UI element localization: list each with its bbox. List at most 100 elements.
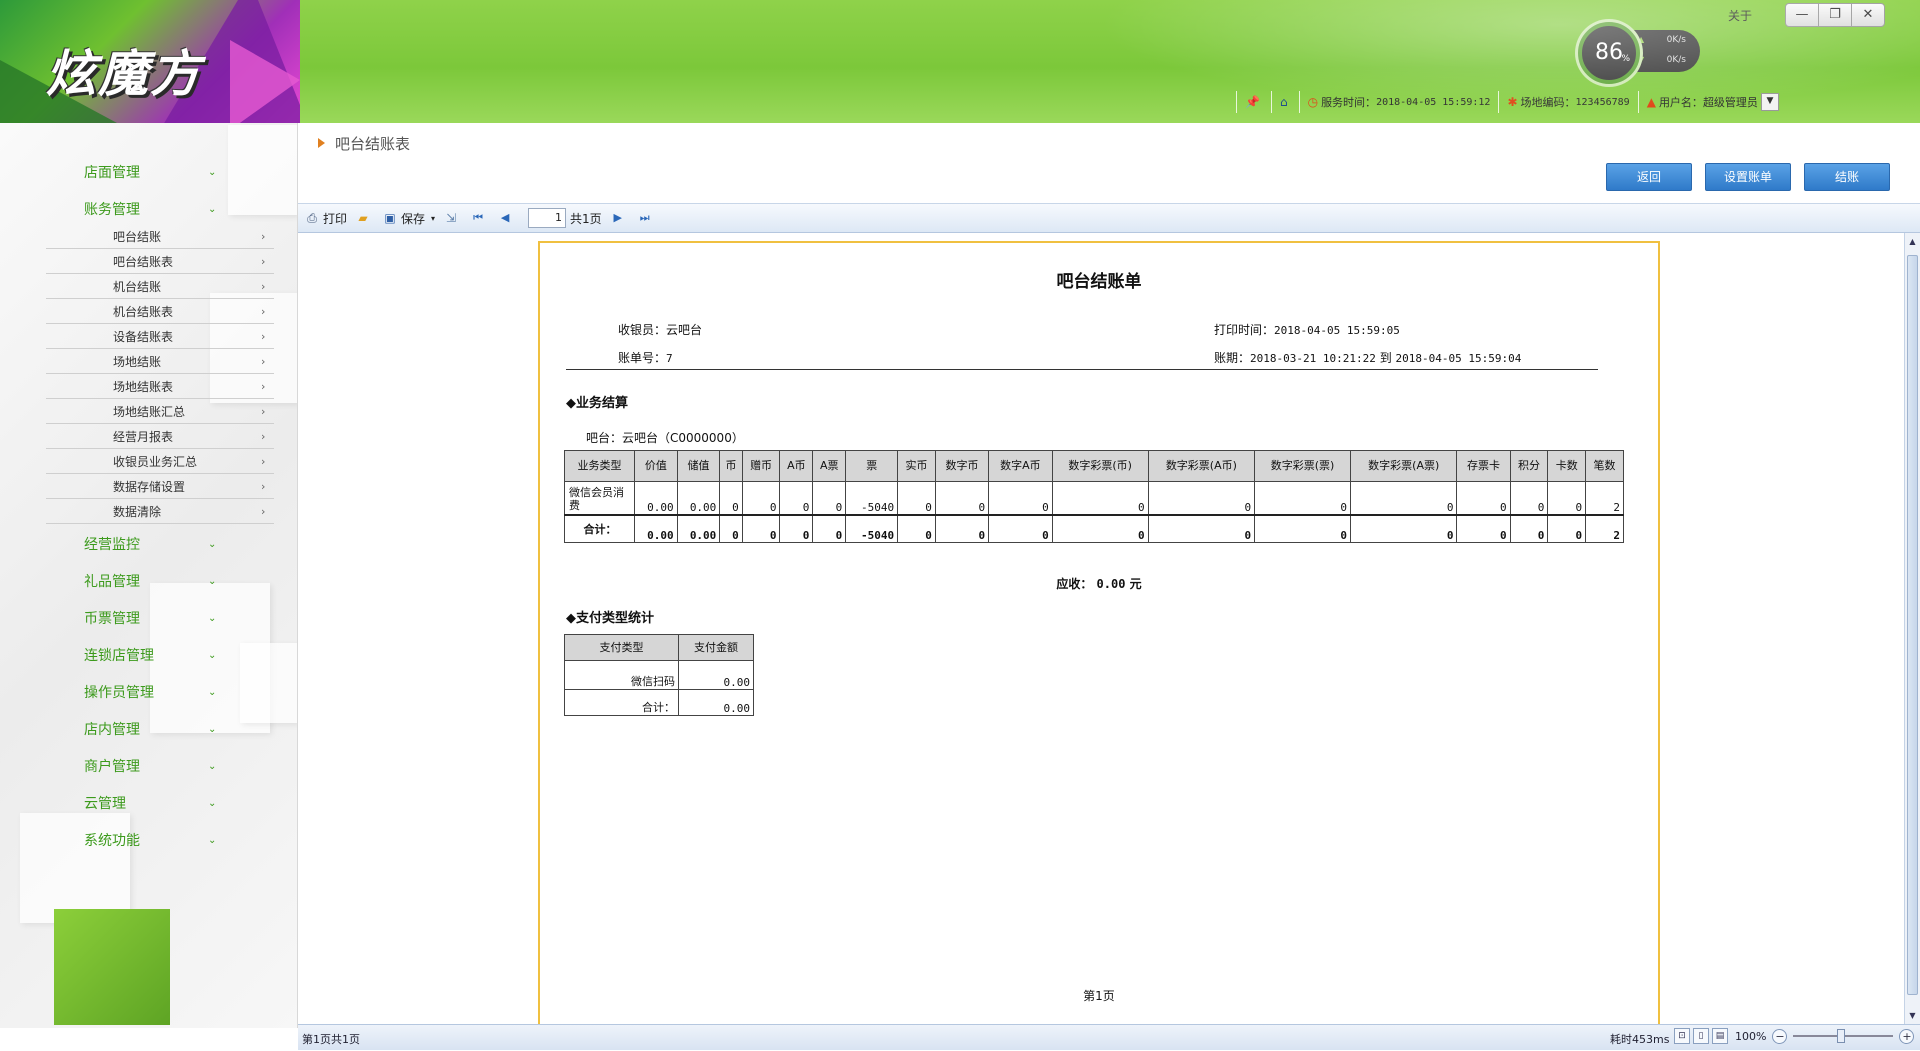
single-page-icon[interactable]: ▯	[1693, 1028, 1709, 1044]
multi-page-icon[interactable]: ▤	[1712, 1028, 1728, 1044]
scroll-down-icon[interactable]: ▼	[1907, 1011, 1918, 1020]
checkout-button[interactable]: 结账	[1804, 163, 1890, 191]
submenu-label: 数据清除	[113, 505, 162, 519]
save-label: 保存	[401, 211, 426, 226]
chevron-down-icon: ⌄	[208, 687, 217, 698]
export-icon: ⇲	[446, 211, 457, 225]
table-cell: 0	[1051, 481, 1149, 515]
menu-business-monitor[interactable]: 经营监控 ⌄	[0, 530, 240, 560]
scroll-up-icon[interactable]: ▲	[1907, 237, 1918, 246]
menu-operator-management[interactable]: 操作员管理 ⌄	[0, 678, 240, 708]
submenu-device-checkout-report[interactable]: 设备结账表 ›	[46, 325, 274, 349]
menu-label: 店内管理	[84, 722, 140, 738]
print-button[interactable]: ⎙ 打印	[304, 210, 347, 227]
zoom-slider-knob[interactable]	[1837, 1029, 1846, 1043]
menu-label: 连锁店管理	[84, 648, 154, 664]
submenu-label: 设备结账表	[113, 330, 174, 344]
print-time-label: 打印时间：	[1214, 323, 1275, 337]
chevron-down-icon: ⌄	[208, 167, 217, 178]
zoom-out-icon[interactable]: −	[1772, 1028, 1788, 1044]
prev-page-button[interactable]: ◀	[497, 210, 516, 226]
table-cell: 0	[741, 513, 781, 543]
submenu-machine-checkout[interactable]: 机台结账 ›	[46, 275, 274, 299]
chevron-right-icon: ›	[261, 380, 266, 393]
column-header: A币	[779, 450, 814, 482]
table-cell: 0	[779, 481, 814, 515]
home-icon[interactable]: ⌂	[1280, 95, 1288, 109]
chevron-right-icon: ›	[261, 480, 266, 493]
submenu-label: 机台结账	[113, 280, 162, 294]
usage-gauge[interactable]: 86 %	[1578, 22, 1640, 84]
username: 超级管理员	[1702, 96, 1758, 109]
main-content: 吧台结账表 返回 设置账单 结账 ⎙ 打印 ▰ ▣ 保存 ▾ ⇲ ⏮ ◀ 1 共1页 …	[298, 123, 1920, 1050]
table-cell: 0	[779, 513, 814, 543]
report-title: 吧台结账单	[1056, 272, 1142, 292]
menu-in-store-management[interactable]: 店内管理 ⌄	[0, 715, 240, 745]
pin-icon[interactable]: 📌	[1245, 95, 1260, 109]
bill-no-line: 账单号：7	[618, 349, 673, 366]
submenu-monthly-report[interactable]: 经营月报表 ›	[46, 425, 274, 449]
table-cell: 0	[1254, 513, 1352, 543]
set-account-button[interactable]: 设置账单	[1705, 163, 1791, 191]
user-dropdown-icon[interactable]: ▼	[1760, 93, 1779, 111]
upload-arrow-icon: ▲	[1638, 35, 1645, 44]
zoom-slider[interactable]	[1793, 1029, 1894, 1043]
save-button[interactable]: ▣ 保存 ▾	[382, 210, 435, 227]
column-header: 储值	[676, 450, 721, 482]
menu-store-management[interactable]: 店面管理 ⌄	[0, 158, 240, 188]
submenu-venue-checkout[interactable]: 场地结账 ›	[46, 350, 274, 374]
table-cell: 0	[1147, 481, 1256, 515]
caret-down-icon: ▾	[431, 213, 436, 223]
receivable-label: 应收：	[1056, 577, 1093, 591]
table-cell: 微信会员消费	[564, 481, 635, 515]
open-button[interactable]: ▰	[355, 210, 374, 226]
last-page-button[interactable]: ⏭	[637, 210, 656, 226]
chevron-right-icon: ›	[261, 230, 266, 243]
submenu-venue-checkout-report[interactable]: 场地结账表 ›	[46, 375, 274, 399]
zoom-in-icon[interactable]: +	[1899, 1028, 1915, 1044]
download-speed: 0K/s	[1666, 55, 1686, 65]
back-button[interactable]: 返回	[1606, 163, 1692, 191]
menu-label: 云管理	[84, 796, 126, 812]
submenu-machine-checkout-report[interactable]: 机台结账表 ›	[46, 300, 274, 324]
table-cell: 0.00	[634, 481, 678, 515]
menu-accounting[interactable]: 账务管理 ⌄	[0, 195, 240, 225]
restore-button[interactable]: ❐	[1818, 3, 1852, 27]
table-cell: 0.00	[678, 660, 754, 690]
menu-gift-management[interactable]: 礼品管理 ⌄	[0, 567, 240, 597]
page-title: 吧台结账表	[335, 135, 411, 153]
table-cell: 0	[1147, 513, 1256, 543]
vertical-scrollbar[interactable]: ▲ ▼	[1904, 233, 1920, 1028]
close-button[interactable]: ✕	[1851, 3, 1885, 27]
menu-token-management[interactable]: 币票管理 ⌄	[0, 604, 240, 634]
service-time: 2018-04-05 15:59:12	[1376, 96, 1491, 108]
submenu-data-storage-settings[interactable]: 数据存储设置 ›	[46, 475, 274, 499]
chevron-down-icon: ⌄	[208, 204, 217, 215]
menu-chain-management[interactable]: 连锁店管理 ⌄	[0, 641, 240, 671]
table-cell: 0.00	[676, 513, 721, 543]
submenu-cashier-summary[interactable]: 收银员业务汇总 ›	[46, 450, 274, 474]
user-icon: ▲	[1646, 95, 1656, 109]
venue-code: 123456789	[1575, 96, 1630, 108]
column-header: 笔数	[1585, 450, 1624, 482]
column-header: 业务类型	[564, 450, 635, 482]
page-number-input[interactable]: 1	[528, 208, 567, 228]
cashier-line: 收银员：云吧台	[618, 321, 702, 338]
venue-code-label: 场地编码：	[1520, 96, 1576, 109]
minimize-button[interactable]: —	[1785, 3, 1819, 27]
chevron-down-icon: ⌄	[208, 798, 217, 809]
submenu-bar-checkout-report[interactable]: 吧台结账表 ›	[46, 250, 274, 274]
menu-cloud-management[interactable]: 云管理 ⌄	[0, 789, 240, 819]
fit-page-icon[interactable]: ⊡	[1674, 1028, 1690, 1044]
menu-system-functions[interactable]: 系统功能 ⌄	[0, 826, 240, 856]
submenu-data-clear[interactable]: 数据清除 ›	[46, 500, 274, 524]
next-page-button[interactable]: ▶	[610, 210, 629, 226]
export-button[interactable]: ⇲	[443, 210, 462, 226]
submenu-bar-checkout[interactable]: 吧台结账 ›	[46, 225, 274, 249]
submenu-venue-checkout-summary[interactable]: 场地结账汇总 ›	[46, 400, 274, 424]
first-page-button[interactable]: ⏮	[470, 210, 489, 226]
about-link[interactable]: 关于	[1728, 7, 1752, 24]
scrollbar-thumb[interactable]	[1907, 255, 1918, 995]
bar-name: 吧台：云吧台（C0000000）	[586, 431, 744, 445]
menu-merchant-management[interactable]: 商户管理 ⌄	[0, 752, 240, 782]
